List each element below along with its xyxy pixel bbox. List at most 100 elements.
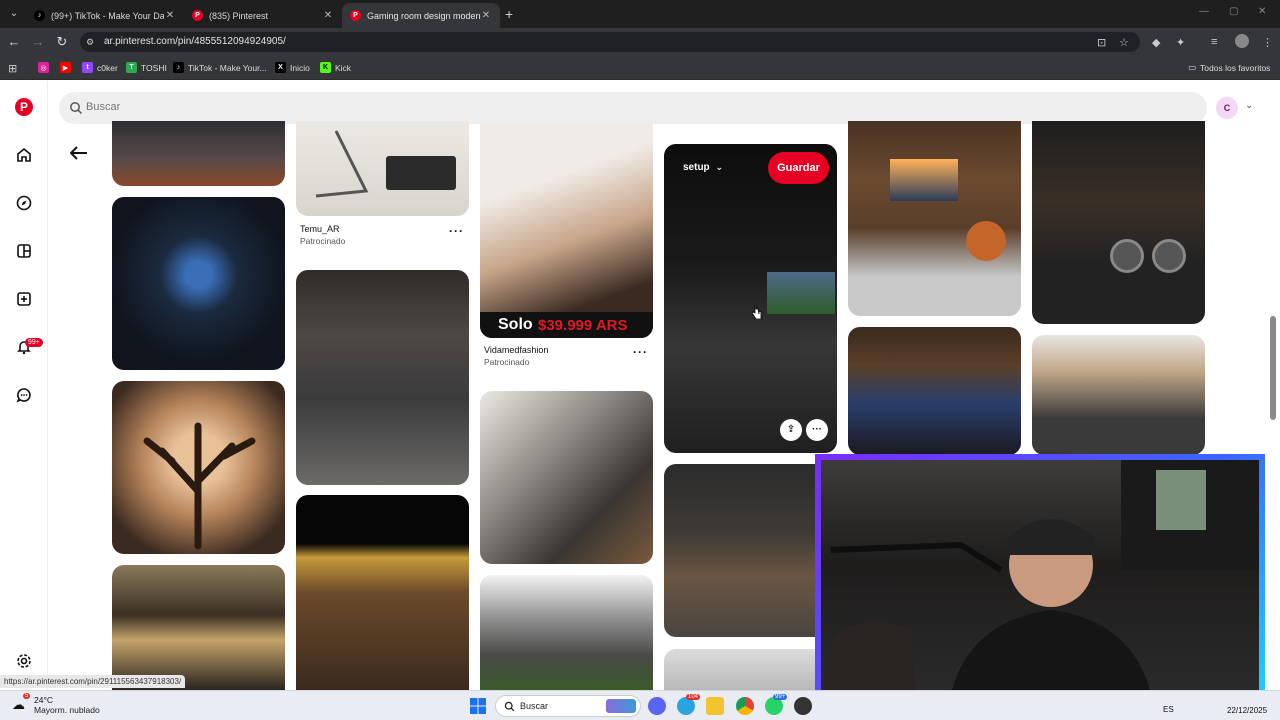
chevron-down-icon[interactable]: ⌄ — [1245, 100, 1253, 111]
more-options-icon[interactable]: ··· — [806, 419, 828, 441]
site-info-icon[interactable]: ⚙ — [86, 36, 98, 48]
pin-image[interactable] — [112, 197, 285, 370]
search-input[interactable]: Buscar — [59, 92, 1207, 124]
tab-search-icon[interactable]: ⌄ — [6, 6, 22, 22]
side-navigation: P 99+ — [0, 81, 48, 690]
search-highlight-image — [606, 699, 636, 713]
settings-gear-icon[interactable] — [14, 651, 34, 671]
board-selector[interactable]: setup ⌄ — [683, 162, 723, 173]
pin-image[interactable] — [1032, 121, 1205, 324]
whatsapp-badge: 99+ — [773, 694, 788, 700]
tab-gaming-room[interactable]: P Gaming room design modern i ✕ — [342, 3, 500, 28]
maximize-icon[interactable]: ▢ — [1229, 6, 1238, 17]
twitch-icon: t — [82, 62, 93, 73]
webcam-overlay — [815, 454, 1265, 690]
new-tab-button[interactable]: + — [505, 6, 513, 22]
price-value: $39.999 ARS — [538, 317, 628, 334]
account-avatar[interactable]: C — [1216, 97, 1238, 119]
steam-icon[interactable] — [794, 697, 812, 715]
back-icon[interactable]: ← — [6, 34, 22, 50]
bookmark-c0ker[interactable]: t c0ker — [82, 62, 118, 73]
create-plus-icon[interactable] — [14, 289, 34, 309]
close-icon[interactable]: ✕ — [322, 10, 334, 21]
bookmark-kick[interactable]: K Kick — [320, 62, 351, 73]
save-button[interactable]: Guardar — [768, 152, 829, 184]
pin-source-name: Vidamedfashion — [484, 345, 549, 355]
pin-source-name: Temu_AR — [300, 224, 340, 234]
pin-image[interactable] — [112, 565, 285, 690]
pin-image[interactable] — [112, 381, 285, 554]
minimize-icon[interactable]: — — [1199, 6, 1209, 17]
pin-image[interactable] — [296, 270, 469, 485]
pin-image[interactable]: Solo $39.999 ARS — [480, 121, 653, 338]
bookmark-youtube[interactable]: ▶ — [60, 62, 75, 73]
home-icon[interactable] — [14, 145, 34, 165]
bookmark-tiktok[interactable]: ♪ TikTok - Make Your... — [173, 62, 267, 73]
forward-icon[interactable]: → — [30, 34, 46, 50]
media-icon[interactable]: ≡ — [1211, 36, 1217, 48]
page-scrollbar[interactable] — [1270, 316, 1276, 420]
notification-count-badge: 99+ — [25, 338, 43, 347]
windows-taskbar: ☁ 5 24°C Mayorm. nublado Buscar 104 99+ … — [0, 690, 1280, 720]
pinterest-icon: P — [350, 10, 361, 21]
apps-grid-icon[interactable]: ⊞ — [8, 62, 17, 75]
laptop-stand-illustration — [315, 130, 456, 198]
url-text: ar.pinterest.com/pin/4855512094924905/ — [104, 36, 286, 47]
explore-compass-icon[interactable] — [14, 193, 34, 213]
tab-strip: ⌄ ♪ (99+) TikTok - Make Your Day ✕ P (83… — [0, 0, 1280, 28]
pin-image[interactable] — [848, 327, 1021, 455]
close-window-icon[interactable]: ✕ — [1258, 6, 1266, 17]
profile-avatar[interactable] — [1235, 34, 1249, 48]
close-icon[interactable]: ✕ — [480, 10, 492, 21]
clock-date[interactable]: 22/12/2025 — [1227, 706, 1267, 715]
pin-image-hovered[interactable] — [664, 144, 837, 453]
pinterest-page: P 99+ Buscar C ⌄ Temu_AR Patrocinado ···… — [0, 81, 1280, 690]
pin-image[interactable] — [848, 121, 1021, 316]
bookmark-inicio[interactable]: X Inicio — [275, 62, 310, 73]
pin-image[interactable] — [664, 464, 837, 637]
messages-icon[interactable] — [14, 385, 34, 405]
pinterest-logo[interactable]: P — [14, 97, 34, 117]
pin-image[interactable] — [296, 121, 469, 216]
close-icon[interactable]: ✕ — [164, 10, 176, 21]
more-options-icon[interactable]: ··· — [449, 224, 464, 238]
tab-tiktok[interactable]: ♪ (99+) TikTok - Make Your Day ✕ — [26, 3, 184, 28]
address-bar[interactable]: ⚙ ar.pinterest.com/pin/4855512094924905/ — [80, 32, 1140, 52]
language-indicator[interactable]: ES — [1163, 705, 1174, 714]
extensions-icon[interactable]: ✦ — [1176, 36, 1185, 49]
boards-icon[interactable] — [14, 241, 34, 261]
bookmark-instagram[interactable]: ◎ — [38, 62, 53, 73]
pin-image[interactable] — [480, 575, 653, 690]
kick-icon: K — [320, 62, 331, 73]
taskbar-search[interactable]: Buscar — [495, 695, 641, 717]
streamer-silhouette — [821, 460, 1259, 690]
bookmark-star-icon[interactable]: ☆ — [1119, 36, 1129, 49]
share-icon[interactable]: ⇪ — [780, 419, 802, 441]
youtube-icon: ▶ — [60, 62, 71, 73]
reload-icon[interactable]: ↻ — [54, 34, 70, 50]
more-options-icon[interactable]: ··· — [633, 345, 648, 359]
pin-image[interactable] — [664, 649, 837, 690]
pin-image[interactable] — [480, 391, 653, 564]
bookmark-toshi[interactable]: T TOSHI — [126, 62, 167, 73]
pin-meta-temu: Temu_AR Patrocinado — [300, 224, 345, 246]
bean-bag — [966, 221, 1006, 261]
washer-door — [1152, 239, 1186, 273]
extension-shield-icon[interactable]: ◆ — [1152, 36, 1160, 49]
telegram-badge: 104 — [686, 694, 701, 700]
discord-icon[interactable] — [648, 697, 666, 715]
weather-widget[interactable]: ☁ 5 24°C Mayorm. nublado — [12, 693, 100, 715]
pin-meta-vidamed: Vidamedfashion Patrocinado — [484, 345, 548, 367]
pin-image[interactable] — [1032, 335, 1205, 455]
chrome-menu-icon[interactable]: ⋮ — [1262, 36, 1273, 49]
chrome-icon[interactable] — [736, 697, 754, 715]
file-explorer-icon[interactable] — [706, 697, 724, 715]
pin-image[interactable] — [112, 121, 285, 186]
back-arrow-icon[interactable] — [69, 146, 88, 165]
tab-pinterest[interactable]: P (835) Pinterest ✕ — [184, 3, 342, 28]
install-app-icon[interactable]: ⊡ — [1097, 36, 1106, 49]
tiktok-icon: ♪ — [173, 62, 184, 73]
windows-start-icon[interactable] — [469, 697, 487, 715]
all-bookmarks-folder[interactable]: ▭ Todos los favoritos — [1188, 62, 1270, 73]
pin-image[interactable] — [296, 495, 469, 690]
